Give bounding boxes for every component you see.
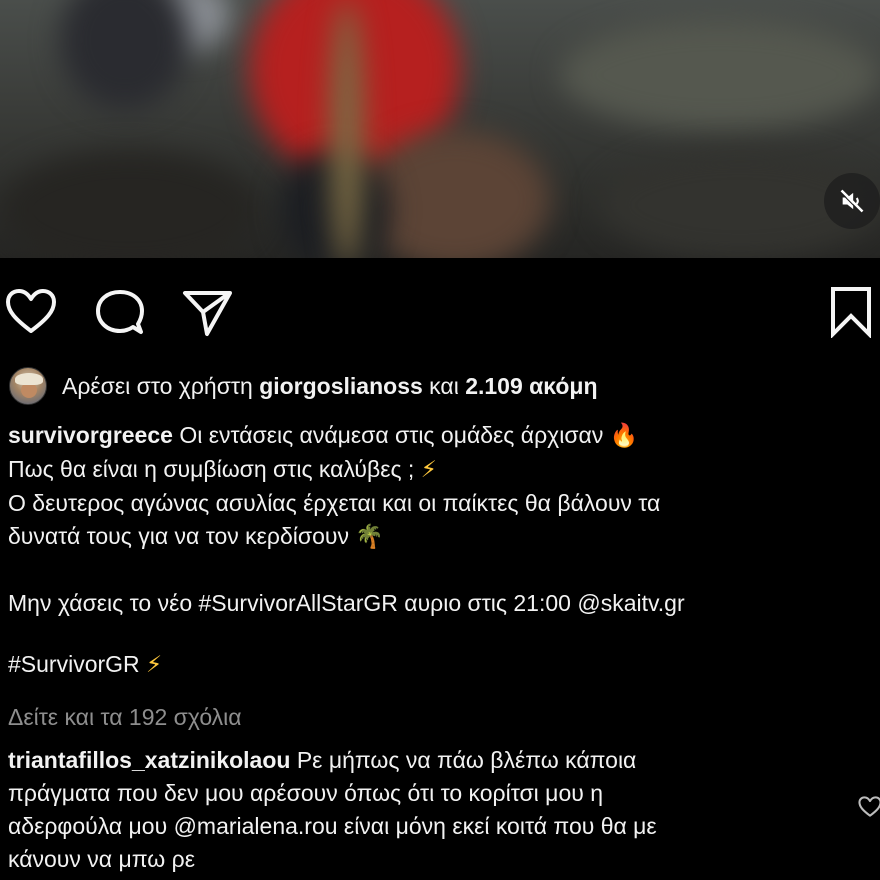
comment-text: πράγματα που δεν μου αρέσουν όπως ότι το… <box>8 780 603 806</box>
video-frame-detail <box>0 150 260 258</box>
fire-emoji: 🔥 <box>609 423 639 449</box>
caption-text: Ο δευτερος αγώνας ασυλίας έρχεται και οι… <box>8 490 661 516</box>
save-button[interactable] <box>830 286 872 343</box>
heart-icon <box>6 289 56 333</box>
lightning-emoji: ⚡ <box>146 652 163 678</box>
post-video[interactable] <box>0 0 880 258</box>
share-button[interactable] <box>182 288 234 343</box>
likes-summary[interactable]: Αρέσει στο χρήστη giorgoslianoss και 2.1… <box>9 366 598 406</box>
comment-bubble-icon <box>96 290 144 334</box>
video-frame-detail <box>360 130 550 258</box>
comment-text: Ρε μήπως να πάω βλέπω κάποια <box>296 747 637 773</box>
video-frame-detail <box>330 0 364 258</box>
likes-prefix: Αρέσει στο χρήστη <box>62 372 253 399</box>
mute-button[interactable] <box>824 173 880 229</box>
caption-text: Οι εντάσεις ανάμεσα στις ομάδες άρχισαν <box>179 422 604 448</box>
likes-text: Αρέσει στο χρήστη giorgoslianoss και 2.1… <box>62 373 598 400</box>
video-frame-detail <box>560 20 880 130</box>
comment-text: κάνουν να μπω ρε <box>8 846 195 872</box>
likes-middle: και <box>429 372 459 399</box>
hashtag-link[interactable]: #SurvivorGR <box>8 651 140 677</box>
avatar-hat <box>15 373 43 385</box>
view-all-comments-link[interactable]: Δείτε και τα 192 σχόλια <box>8 704 242 731</box>
avatar[interactable] <box>9 367 47 405</box>
post-actions <box>0 282 880 342</box>
comment-button[interactable] <box>95 288 145 343</box>
speaker-muted-icon <box>839 189 864 214</box>
bookmark-icon <box>831 287 871 339</box>
comment-item: triantafillos_xatzinikolaou Ρε μήπως να … <box>8 744 848 876</box>
palm-tree-emoji: 🌴 <box>355 524 384 550</box>
caption-text: Μην χάσεις το νέο #SurvivorAllStarGR αυρ… <box>8 590 685 616</box>
lightning-emoji: ⚡ <box>420 457 437 483</box>
video-frame-detail <box>60 0 190 110</box>
likes-count[interactable]: 2.109 ακόμη <box>465 373 597 399</box>
liker-username[interactable]: giorgoslianoss <box>259 373 423 399</box>
post-caption: survivorgreece Οι εντάσεις ανάμεσα στις … <box>8 419 868 682</box>
caption-text: Πως θα είναι η συμβίωση στις καλύβες ; <box>8 456 415 482</box>
paper-plane-icon <box>183 291 232 336</box>
caption-username[interactable]: survivorgreece <box>8 422 173 448</box>
comment-text: αδερφούλα μου @marialena.rou είναι μόνη … <box>8 813 657 839</box>
comment-username[interactable]: triantafillos_xatzinikolaou <box>8 747 290 773</box>
caption-text: δυνατά τους για να τον κερδίσουν <box>8 523 349 549</box>
heart-outline-icon <box>858 796 880 817</box>
like-button[interactable] <box>5 288 57 341</box>
comment-like-button[interactable] <box>858 796 880 823</box>
